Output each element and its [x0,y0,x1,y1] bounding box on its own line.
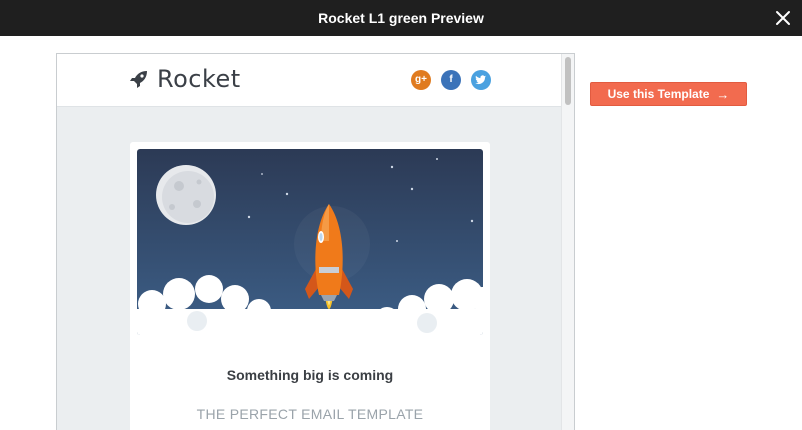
close-icon[interactable] [774,9,792,27]
arrow-right-icon: → [716,86,730,102]
template-preview-frame[interactable]: Rocket g+ f Something big is coming THE … [56,53,575,430]
use-template-button[interactable]: Use this Template → [590,82,747,106]
brand-logo: Rocket [129,64,241,94]
facebook-icon[interactable]: f [441,70,461,90]
hero-image [137,149,483,335]
use-template-label: Use this Template [607,87,710,101]
email-subheading: THE PERFECT EMAIL TEMPLATE [196,406,424,422]
preview-scrollbar[interactable] [561,54,574,430]
rocket-icon [129,69,149,89]
google-plus-icon[interactable]: g+ [411,70,431,90]
modal-header: Rocket L1 green Preview [0,0,802,36]
twitter-icon[interactable] [471,70,491,90]
scroll-thumb[interactable] [565,57,571,105]
brand-name: Rocket [157,65,241,93]
email-card: Something big is coming THE PERFECT EMAI… [130,142,490,430]
email-heading: Something big is coming [226,367,394,383]
modal-title: Rocket L1 green Preview [318,10,484,26]
email-header: Rocket g+ f [57,54,562,107]
